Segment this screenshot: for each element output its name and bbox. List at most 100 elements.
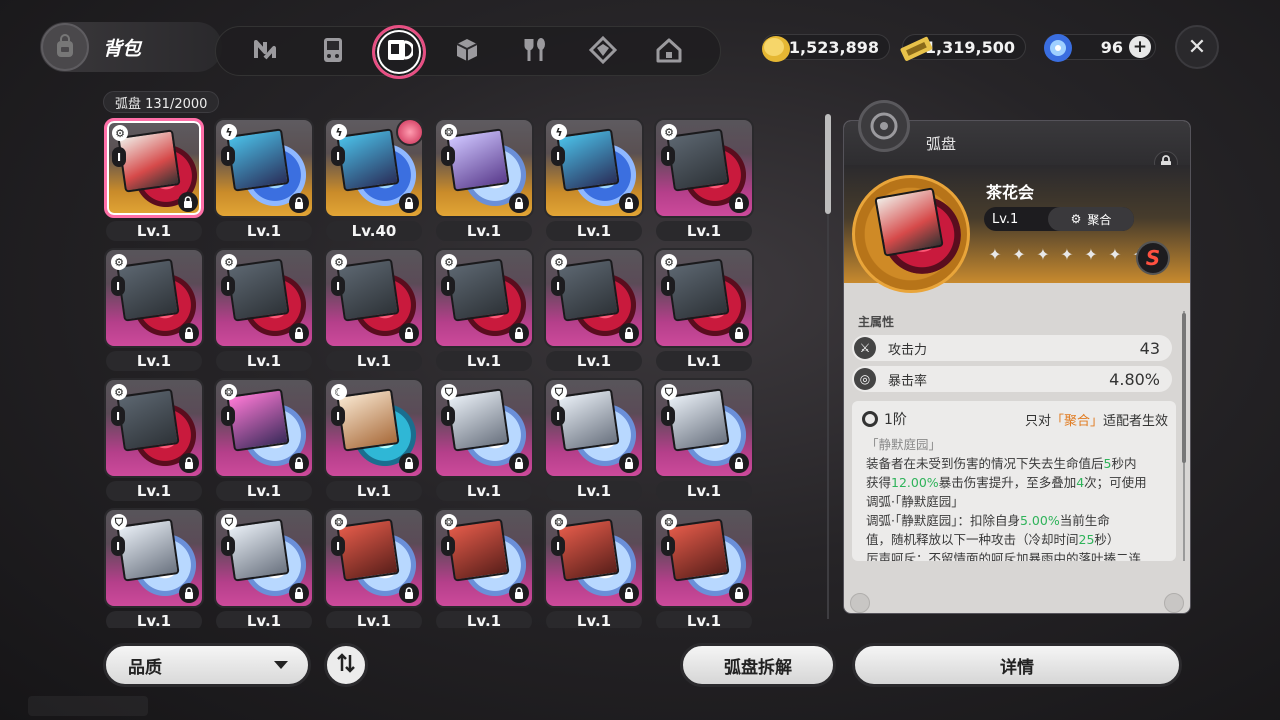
lock-icon[interactable] [179,323,199,343]
disc-card[interactable]: ϟI [544,118,644,218]
detail-scroll-thumb[interactable] [1182,313,1186,463]
lock-icon[interactable] [289,583,309,603]
disc-card[interactable]: ⛉ I [544,378,644,478]
disc-item[interactable]: ☾ I Lv.1 [324,378,424,508]
disc-item[interactable]: ⚙ I Lv.1 [654,118,754,248]
disc-card[interactable]: ⚙ I [654,118,754,218]
tab-devices[interactable] [314,33,352,71]
grid-scrollbar[interactable] [825,114,831,619]
disc-card[interactable]: ⚙ I [324,248,424,348]
disc-item[interactable]: ϟ I Lv.1 [544,118,644,248]
disc-card[interactable]: ❂ I [324,508,424,608]
lock-icon[interactable] [509,323,529,343]
disc-card[interactable]: ⚙ I [544,248,644,348]
disc-card[interactable]: ❂ I [544,508,644,608]
disc-level: Lv.1 [656,351,752,371]
disc-level: Lv.1 [106,611,202,628]
disc-card[interactable]: ❂ I [434,118,534,218]
lock-icon[interactable] [399,453,419,473]
disc-item[interactable]: ❂ I Lv.1 [434,118,534,248]
lock-icon[interactable] [729,583,749,603]
disc-item[interactable]: ⛉ I Lv.1 [654,378,754,508]
lock-icon[interactable] [399,583,419,603]
disc-level: Lv.1 [216,611,312,628]
lock-icon[interactable] [178,192,198,212]
lock-icon[interactable] [179,583,199,603]
lock-icon[interactable] [289,323,309,343]
lock-icon[interactable] [729,323,749,343]
disc-card[interactable]: ❂ I [214,378,314,478]
disc-item[interactable]: ❂ I Lv.1 [214,378,314,508]
lock-icon[interactable] [399,193,419,213]
disc-item[interactable]: ⚙ I Lv.1 [214,248,314,378]
dismantle-button[interactable]: 弧盘拆解 [680,643,836,687]
quality-filter-dropdown[interactable]: 品质 [103,643,311,687]
disc-item[interactable]: ϟ I Lv.40 [324,118,424,248]
disc-card[interactable]: ⚙ I [104,378,204,478]
disc-item[interactable]: ⚙ I Lv.1 [544,248,644,378]
disc-item[interactable]: ⛉ I Lv.1 [214,508,314,628]
disc-card[interactable]: ⛉ I [434,378,534,478]
disc-item[interactable]: ⛉ I Lv.1 [544,378,644,508]
tab-home[interactable] [650,33,688,71]
disc-card[interactable]: ⚙ I [434,248,534,348]
star-icon: ✦ [988,245,1002,264]
lock-icon[interactable] [179,453,199,473]
disc-card[interactable]: ☾ I [324,378,424,478]
disc-item[interactable]: ❂ I Lv.1 [434,508,534,628]
lock-icon[interactable] [509,583,529,603]
disc-card[interactable]: ⚙ I [654,248,754,348]
disc-item[interactable]: ⚙ I Lv.1 [104,248,204,378]
tab-consumables[interactable] [516,33,554,71]
tab-discs-inner [379,32,419,72]
disc-item[interactable]: ❂ I Lv.1 [544,508,644,628]
sort-toggle-button[interactable] [324,643,368,687]
tab-discs[interactable] [372,25,426,79]
disc-card[interactable]: ϟI [324,118,424,218]
tab-agents[interactable] [246,33,284,71]
disc-card[interactable]: ⚙ I [214,248,314,348]
gear-type-icon: ⚙ [551,254,567,270]
disc-item[interactable]: ⛉ I Lv.1 [434,378,534,508]
lock-icon[interactable] [509,453,529,473]
tier-marker: I [331,276,345,296]
disc-item[interactable]: ϟ I Lv.1 [214,118,314,248]
lock-icon[interactable] [289,193,309,213]
lock-icon[interactable] [399,323,419,343]
lock-icon[interactable] [729,453,749,473]
disc-card[interactable]: ⚙ I [104,118,204,218]
tab-upgrade[interactable] [584,33,622,71]
disc-level: Lv.1 [546,611,642,628]
disc-card[interactable]: ⛉ I [654,378,754,478]
lock-icon[interactable] [619,193,639,213]
grid-scroll-thumb[interactable] [825,114,831,214]
tab-materials[interactable] [448,33,486,71]
disc-item[interactable]: ⚙ I Lv.1 [104,118,204,248]
lock-icon[interactable] [729,193,749,213]
disc-item[interactable]: ❂ I Lv.1 [324,508,424,628]
lock-icon[interactable] [509,193,529,213]
lock-icon[interactable] [289,453,309,473]
disc-card[interactable]: ❂ I [434,508,534,608]
lock-icon[interactable] [619,453,639,473]
disc-grid: ⚙ I Lv.1 ϟ I Lv.1 ϟ I Lv.40 ❂ I Lv.1 ϟ I Lv.1 ⚙ I Lv.1 ⚙ I L… [100,116,760,628]
disc-item[interactable]: ⚙ I Lv.1 [434,248,534,378]
ticket-amount: 1,319,500 [924,37,1015,57]
disc-item[interactable]: ❂ I Lv.1 [654,508,754,628]
disc-card[interactable]: ⛉ I [214,508,314,608]
disc-card[interactable]: ❂ I [654,508,754,608]
disc-card[interactable]: ⛉ I [104,508,204,608]
lock-icon[interactable] [619,583,639,603]
detail-scrollbar[interactable] [1182,311,1186,561]
disc-item[interactable]: ⚙ I Lv.1 [324,248,424,378]
disc-item[interactable]: ⛉ I Lv.1 [104,508,204,628]
details-button[interactable]: 详情 [852,643,1182,687]
n-logo-icon [251,36,279,68]
lock-icon[interactable] [619,323,639,343]
disc-card[interactable]: ⚙ I [104,248,204,348]
disc-card[interactable]: ϟI [214,118,314,218]
disc-item[interactable]: ⚙ I Lv.1 [654,248,754,378]
disc-item[interactable]: ⚙ I Lv.1 [104,378,204,508]
close-button[interactable]: ✕ [1175,25,1219,69]
add-energy-button[interactable]: + [1129,36,1151,58]
